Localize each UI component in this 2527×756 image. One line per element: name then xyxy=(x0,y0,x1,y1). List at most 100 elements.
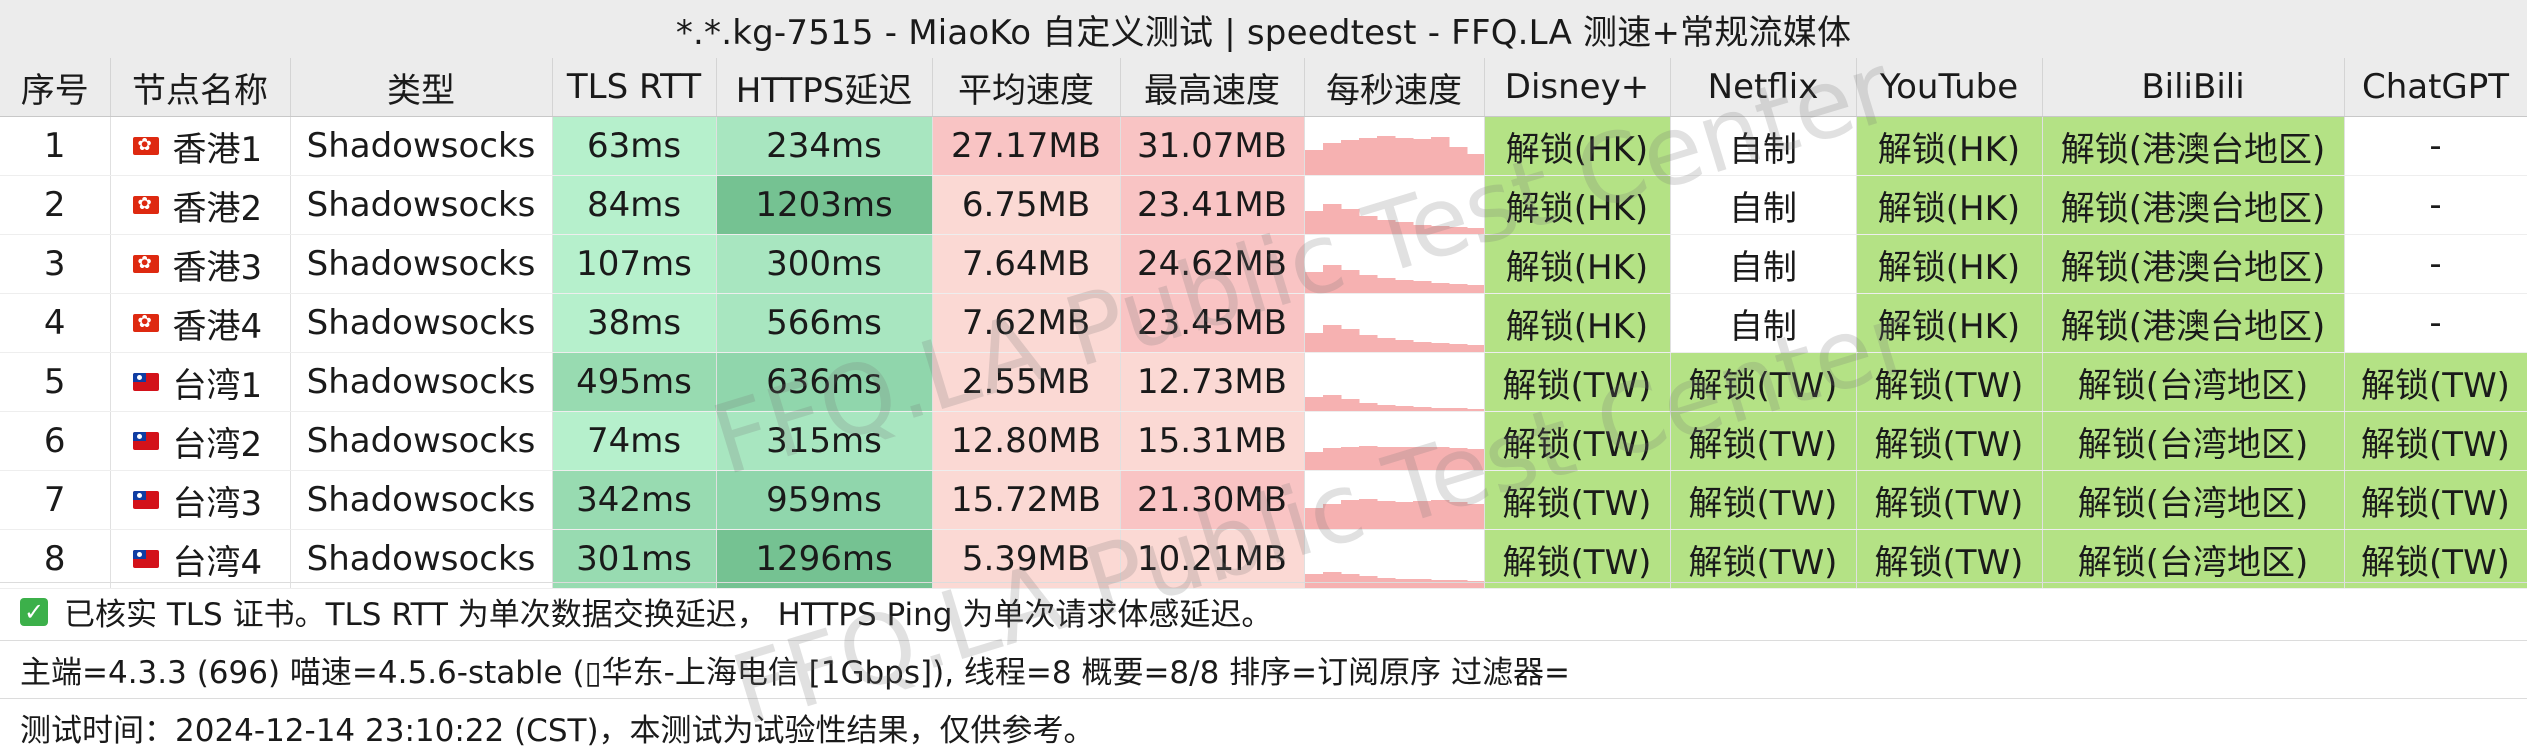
speed-sparkline-bar xyxy=(1394,406,1413,411)
disney-status: 解锁(HK) xyxy=(1484,175,1671,235)
col-tls-rtt-header: TLS RTT xyxy=(552,58,717,117)
node-type: Shadowsocks xyxy=(290,529,553,589)
bilibili-status: 解锁(台湾地区) xyxy=(2042,411,2345,471)
bilibili-status: 解锁(台湾地区) xyxy=(2042,470,2345,530)
speed-sparkline-bar xyxy=(1394,138,1413,175)
speed-sparkline-bar xyxy=(1412,225,1431,234)
avg-speed-value: 7.62MB xyxy=(932,293,1121,353)
speed-sparkline-bar xyxy=(1358,403,1377,411)
speed-sparkline-bar xyxy=(1412,447,1431,470)
col-per-second-header: 每秒速度 xyxy=(1304,58,1485,117)
bilibili-status: 解锁(港澳台地区) xyxy=(2042,175,2345,235)
col-max-speed-header: 最高速度 xyxy=(1120,58,1305,117)
youtube-status: 解锁(HK) xyxy=(1856,175,2043,235)
netflix-status: 自制 xyxy=(1670,293,1857,353)
tls-note-line: ✓ 已核实 TLS 证书。TLS RTT 为单次数据交换延迟， HTTPS Pi… xyxy=(0,582,2527,640)
row-index: 1 xyxy=(0,116,111,176)
speed-sparkline-bar xyxy=(1430,343,1449,352)
per-second-speed-chart xyxy=(1304,116,1485,176)
speed-sparkline-bar xyxy=(1340,447,1359,470)
table-row: 7 台湾3 Shadowsocks 342ms 959ms 15.72MB 21.30MB 解… xyxy=(0,470,2527,530)
speed-sparkline-bar xyxy=(1358,499,1377,529)
row-index: 6 xyxy=(0,411,111,471)
bilibili-status: 解锁(台湾地区) xyxy=(2042,529,2345,589)
backend-info-line: 主端=4.3.3 (696) 喵速=4.5.6-stable (▯华东-上海电信… xyxy=(0,640,2527,698)
speed-sparkline-bar xyxy=(1412,139,1431,175)
speed-sparkline-bar xyxy=(1322,325,1341,352)
speed-sparkline-bar xyxy=(1466,154,1483,175)
node-name-cell: 台湾3 xyxy=(110,470,291,530)
node-type: Shadowsocks xyxy=(290,175,553,235)
chatgpt-status: 解锁(TW) xyxy=(2344,352,2527,412)
disney-status: 解锁(TW) xyxy=(1484,470,1671,530)
speed-sparkline-bar xyxy=(1322,265,1341,293)
disney-status: 解锁(TW) xyxy=(1484,352,1671,412)
speed-sparkline-bar xyxy=(1430,226,1449,234)
speed-sparkline-bar xyxy=(1412,281,1431,293)
hk-flag-icon xyxy=(132,252,159,274)
speed-sparkline-bar xyxy=(1412,342,1431,352)
speed-sparkline-bar xyxy=(1466,228,1483,234)
speed-sparkline-bar xyxy=(1304,211,1323,234)
speed-sparkline-bar xyxy=(1358,275,1377,293)
speed-sparkline-bar xyxy=(1448,227,1467,234)
node-name: 香港2 xyxy=(172,188,263,229)
bilibili-status: 解锁(台湾地区) xyxy=(2042,352,2345,412)
speed-sparkline-bar xyxy=(1340,140,1359,175)
tw-flag-icon xyxy=(132,373,159,391)
speed-sparkline-bar xyxy=(1376,278,1395,293)
tw-flag-icon xyxy=(132,491,159,509)
disney-status: 解锁(HK) xyxy=(1484,293,1671,353)
speed-sparkline-bar xyxy=(1322,504,1341,529)
avg-speed-value: 6.75MB xyxy=(932,175,1121,235)
https-latency-value: 959ms xyxy=(716,470,933,530)
chatgpt-status: - xyxy=(2344,116,2527,176)
netflix-status: 解锁(TW) xyxy=(1670,529,1857,589)
col-disney-header: Disney+ xyxy=(1484,58,1671,117)
https-latency-value: 315ms xyxy=(716,411,933,471)
https-latency-value: 234ms xyxy=(716,116,933,176)
youtube-status: 解锁(TW) xyxy=(1856,529,2043,589)
speed-sparkline-bar xyxy=(1466,345,1483,352)
https-latency-value: 636ms xyxy=(716,352,933,412)
hk-flag-icon xyxy=(132,134,159,156)
speed-sparkline-bar xyxy=(1394,447,1413,470)
avg-speed-value: 27.17MB xyxy=(932,116,1121,176)
speed-sparkline-bar xyxy=(1448,344,1467,352)
max-speed-value: 31.07MB xyxy=(1120,116,1305,176)
node-name: 香港4 xyxy=(172,306,263,347)
netflix-status: 解锁(TW) xyxy=(1670,470,1857,530)
speed-sparkline-bar xyxy=(1394,222,1413,234)
test-time-line: 测试时间：2024-12-14 23:10:22 (CST)，本测试为试验性结果… xyxy=(0,698,2527,756)
speed-sparkline-bar xyxy=(1304,452,1323,470)
node-type: Shadowsocks xyxy=(290,116,553,176)
speed-sparkline-bar xyxy=(1304,508,1323,529)
col-bilibili-header: BiliBili xyxy=(2042,58,2345,117)
speed-sparkline-bar xyxy=(1340,329,1359,352)
max-speed-value: 10.21MB xyxy=(1120,529,1305,589)
speed-sparkline-bar xyxy=(1412,407,1431,411)
bilibili-status: 解锁(港澳台地区) xyxy=(2042,234,2345,294)
speed-sparkline-bar xyxy=(1466,285,1483,293)
result-window: *.*.kg-7515 - MiaoKo 自定义测试 | speedtest -… xyxy=(0,0,2527,756)
netflix-status: 自制 xyxy=(1670,116,1857,176)
tls-rtt-value: 495ms xyxy=(552,352,717,412)
max-speed-value: 12.73MB xyxy=(1120,352,1305,412)
speed-sparkline-bar xyxy=(1394,340,1413,352)
chatgpt-status: - xyxy=(2344,234,2527,294)
tls-rtt-value: 84ms xyxy=(552,175,717,235)
tls-rtt-value: 38ms xyxy=(552,293,717,353)
table-row: 2 香港2 Shadowsocks84ms1203ms6.75MB23.41MB 解锁… xyxy=(0,175,2527,235)
per-second-speed-chart xyxy=(1304,175,1485,235)
speed-sparkline xyxy=(1304,446,1483,470)
speed-sparkline xyxy=(1304,499,1483,529)
speed-sparkline-bar xyxy=(1304,397,1323,411)
speed-sparkline xyxy=(1304,325,1483,352)
table-row: 8 台湾4 Shadowsocks 301ms 1296ms 5.39MB 10.21MB 解… xyxy=(0,529,2527,589)
per-second-speed-chart xyxy=(1304,411,1485,471)
bilibili-status: 解锁(港澳台地区) xyxy=(2042,116,2345,176)
youtube-status: 解锁(TW) xyxy=(1856,411,2043,471)
tls-rtt-value: 63ms xyxy=(552,116,717,176)
speed-sparkline-bar xyxy=(1358,138,1377,175)
max-speed-value: 23.45MB xyxy=(1120,293,1305,353)
